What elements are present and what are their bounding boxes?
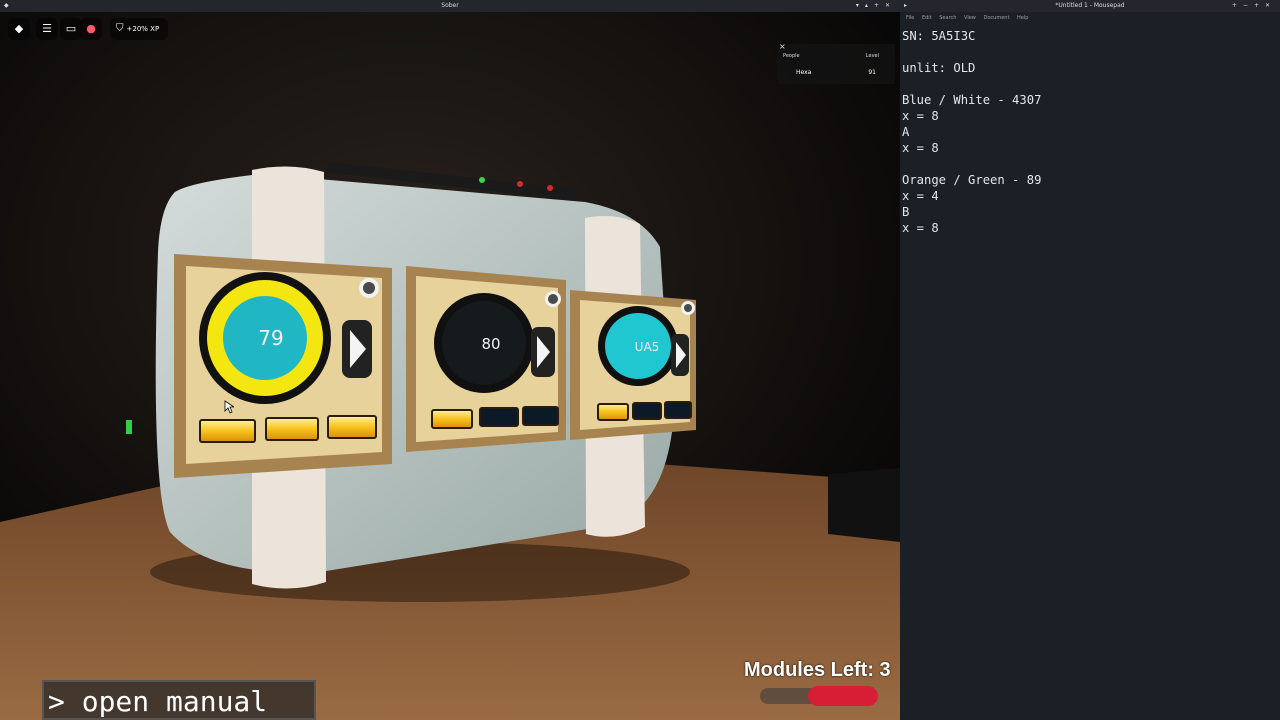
menu-help[interactable]: Help [1017, 15, 1028, 21]
module-3-light-3[interactable] [664, 401, 692, 419]
modules-left-label: Modules Left: 3 [744, 659, 891, 681]
module-2-light-1[interactable] [431, 409, 473, 429]
menu-search[interactable]: Search [939, 15, 956, 21]
editor-line: x = 4 [902, 189, 939, 203]
module-1-light-1[interactable] [199, 419, 256, 443]
hamburger-menu-icon[interactable]: ☰ [36, 18, 58, 40]
module-3-light-1[interactable] [597, 403, 629, 421]
small-black-box [828, 468, 900, 542]
side-green-light [126, 420, 132, 434]
players-header-level: Level [865, 53, 879, 59]
players-header-people: People [783, 53, 800, 59]
close-icon[interactable]: × [779, 42, 786, 51]
editor-line: B [902, 205, 910, 219]
command-input[interactable]: > open manual [42, 680, 316, 720]
editor-line: A [902, 125, 910, 139]
module-1: 79 [174, 254, 392, 478]
mouse-cursor-icon [224, 400, 234, 414]
window-controls[interactable]: +−+✕ [1232, 0, 1276, 12]
menu-view[interactable]: View [964, 15, 976, 21]
players-panel: × People Level Hexa 91 [777, 42, 895, 84]
game-window-title: Sober [441, 2, 459, 9]
menu-document[interactable]: Document [984, 15, 1010, 21]
editor-line: x = 8 [902, 141, 939, 155]
module-1-display: 79 [258, 326, 283, 350]
player-level: 91 [868, 69, 876, 76]
shield-icon: ⛉ [116, 23, 124, 34]
editor-menubar: File Edit Search View Document Help [900, 15, 1280, 25]
roblox-logo-icon[interactable]: ◆ [8, 18, 30, 40]
window-menu-icon[interactable]: ▸ [904, 0, 907, 12]
module-3-status-light [684, 304, 692, 312]
module-1-status-light [363, 282, 375, 294]
editor-line: Blue / White - 4307 [902, 93, 1042, 107]
module-1-light-2[interactable] [265, 417, 319, 441]
game-scene[interactable]: 79 80 UA5 [0, 12, 900, 720]
editor-line: unlit: OLD [902, 61, 976, 75]
window-menu-icon[interactable]: ◆ [4, 0, 9, 12]
window-controls[interactable]: ▾▴+✕ [856, 0, 896, 12]
editor-line: x = 8 [902, 221, 939, 235]
strike-bar [808, 686, 878, 706]
menu-file[interactable]: File [906, 15, 914, 21]
module-2-light-2[interactable] [479, 407, 519, 427]
editor-line: x = 8 [902, 109, 939, 123]
module-2: 80 [406, 266, 566, 452]
game-titlebar: ◆ Sober ▾▴+✕ [0, 0, 900, 12]
status-led-red-2 [547, 185, 553, 191]
editor-line: SN: 5A5I3C [902, 29, 976, 43]
editor-window: ▸ *Untitled 1 - Mousepad +−+✕ File Edit … [900, 0, 1280, 720]
status-led-green [479, 177, 485, 183]
module-2-status-light [548, 294, 558, 304]
menu-edit[interactable]: Edit [922, 15, 932, 21]
module-2-light-3[interactable] [522, 406, 559, 426]
editor-line: Orange / Green - 89 [902, 173, 1042, 187]
module-3-display: UA5 [635, 340, 660, 354]
module-3: UA5 [570, 290, 696, 440]
microphone-icon[interactable]: ● [80, 18, 102, 40]
module-1-light-3[interactable] [327, 415, 377, 439]
editor-window-title: *Untitled 1 - Mousepad [1055, 2, 1125, 9]
game-window: ◆ Sober ▾▴+✕ 79 80 UA5 ◆ ☰ ▭ ● ⛉ +20% XP… [0, 0, 900, 720]
module-3-light-2[interactable] [632, 402, 662, 420]
xp-label: +20% XP [126, 25, 160, 33]
chat-icon[interactable]: ▭ [60, 18, 82, 40]
editor-text-area[interactable]: SN: 5A5I3C unlit: OLD Blue / White - 430… [902, 28, 1280, 236]
module-2-display: 80 [481, 335, 500, 353]
editor-titlebar: ▸ *Untitled 1 - Mousepad +−+✕ [900, 0, 1280, 12]
status-led-red [517, 181, 523, 187]
player-name[interactable]: Hexa [796, 69, 811, 76]
xp-boost-badge[interactable]: ⛉ +20% XP [110, 18, 168, 40]
